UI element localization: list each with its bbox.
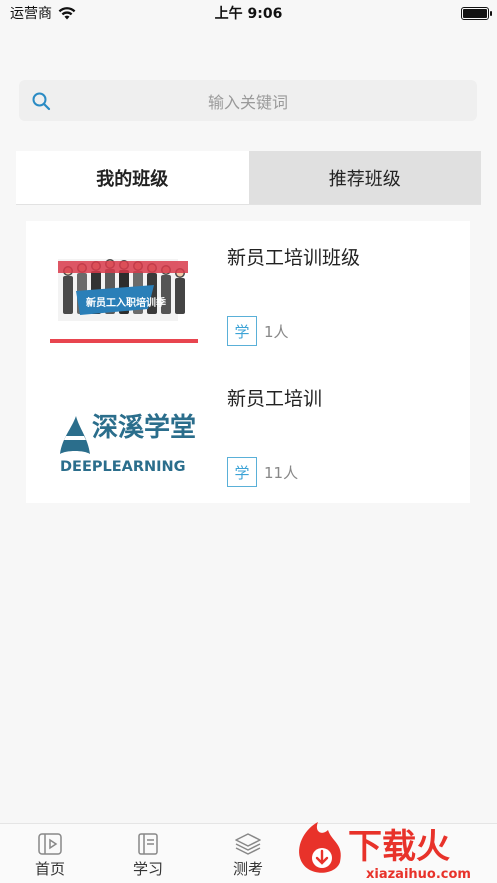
member-count: 11人 (264, 464, 299, 482)
search-input[interactable]: 输入关键词 (19, 80, 477, 121)
deeplearning-logo-image: 深溪学堂 DEEPLEARNING (50, 376, 198, 488)
status-bar: 运营商 上午 9:06 (0, 0, 497, 26)
xiazaihuo-watermark-logo: 下载火 xiazaihuo.com (299, 822, 471, 882)
class-title: 新员工培训班级 (227, 247, 361, 269)
notebook-icon (138, 833, 158, 855)
tab-my-classes[interactable]: 我的班级 (16, 151, 249, 204)
nav-study-label: 学习 (132, 860, 163, 878)
class-item[interactable]: 深溪学堂 DEEPLEARNING 新员工培训 学 11人 (26, 362, 470, 503)
class-tabs: 我的班级 推荐班级 (16, 151, 481, 205)
wifi-icon (58, 6, 76, 19)
nav-exam[interactable]: 测考 (218, 832, 278, 879)
home-video-icon (38, 833, 62, 855)
class-list: 新员工入职培训季 新员工培训班级 学 1人 深溪学堂 DEEPLEARNING … (26, 221, 470, 503)
status-left: 运营商 (10, 3, 76, 23)
nav-home[interactable]: 首页 (20, 832, 80, 879)
watermark-cn-text: 下载火 (348, 827, 450, 867)
role-badge: 学 (227, 457, 257, 487)
search-icon (32, 92, 51, 111)
watermark-en-text: xiazaihuo.com (366, 867, 471, 882)
battery-icon (461, 6, 492, 20)
class-thumbnail-image: 新员工入职培训季 (50, 235, 198, 347)
status-time: 上午 9:06 (214, 6, 283, 22)
logo-cn-text: 深溪学堂 (92, 412, 196, 443)
class-item[interactable]: 新员工入职培训季 新员工培训班级 学 1人 (26, 221, 470, 362)
class-title: 新员工培训 (227, 388, 323, 410)
carrier-label: 运营商 (10, 6, 52, 22)
search-placeholder: 输入关键词 (207, 92, 288, 112)
tab-recommended-classes[interactable]: 推荐班级 (248, 151, 481, 204)
nav-exam-label: 测考 (232, 860, 263, 878)
role-badge: 学 (227, 316, 257, 346)
nav-study[interactable]: 学习 (118, 832, 178, 879)
member-count: 1人 (264, 323, 289, 341)
thumb-banner-text: 新员工入职培训季 (86, 296, 167, 309)
layers-icon (235, 833, 261, 855)
nav-home-label: 首页 (34, 860, 65, 878)
logo-en-text: DEEPLEARNING (60, 459, 186, 475)
